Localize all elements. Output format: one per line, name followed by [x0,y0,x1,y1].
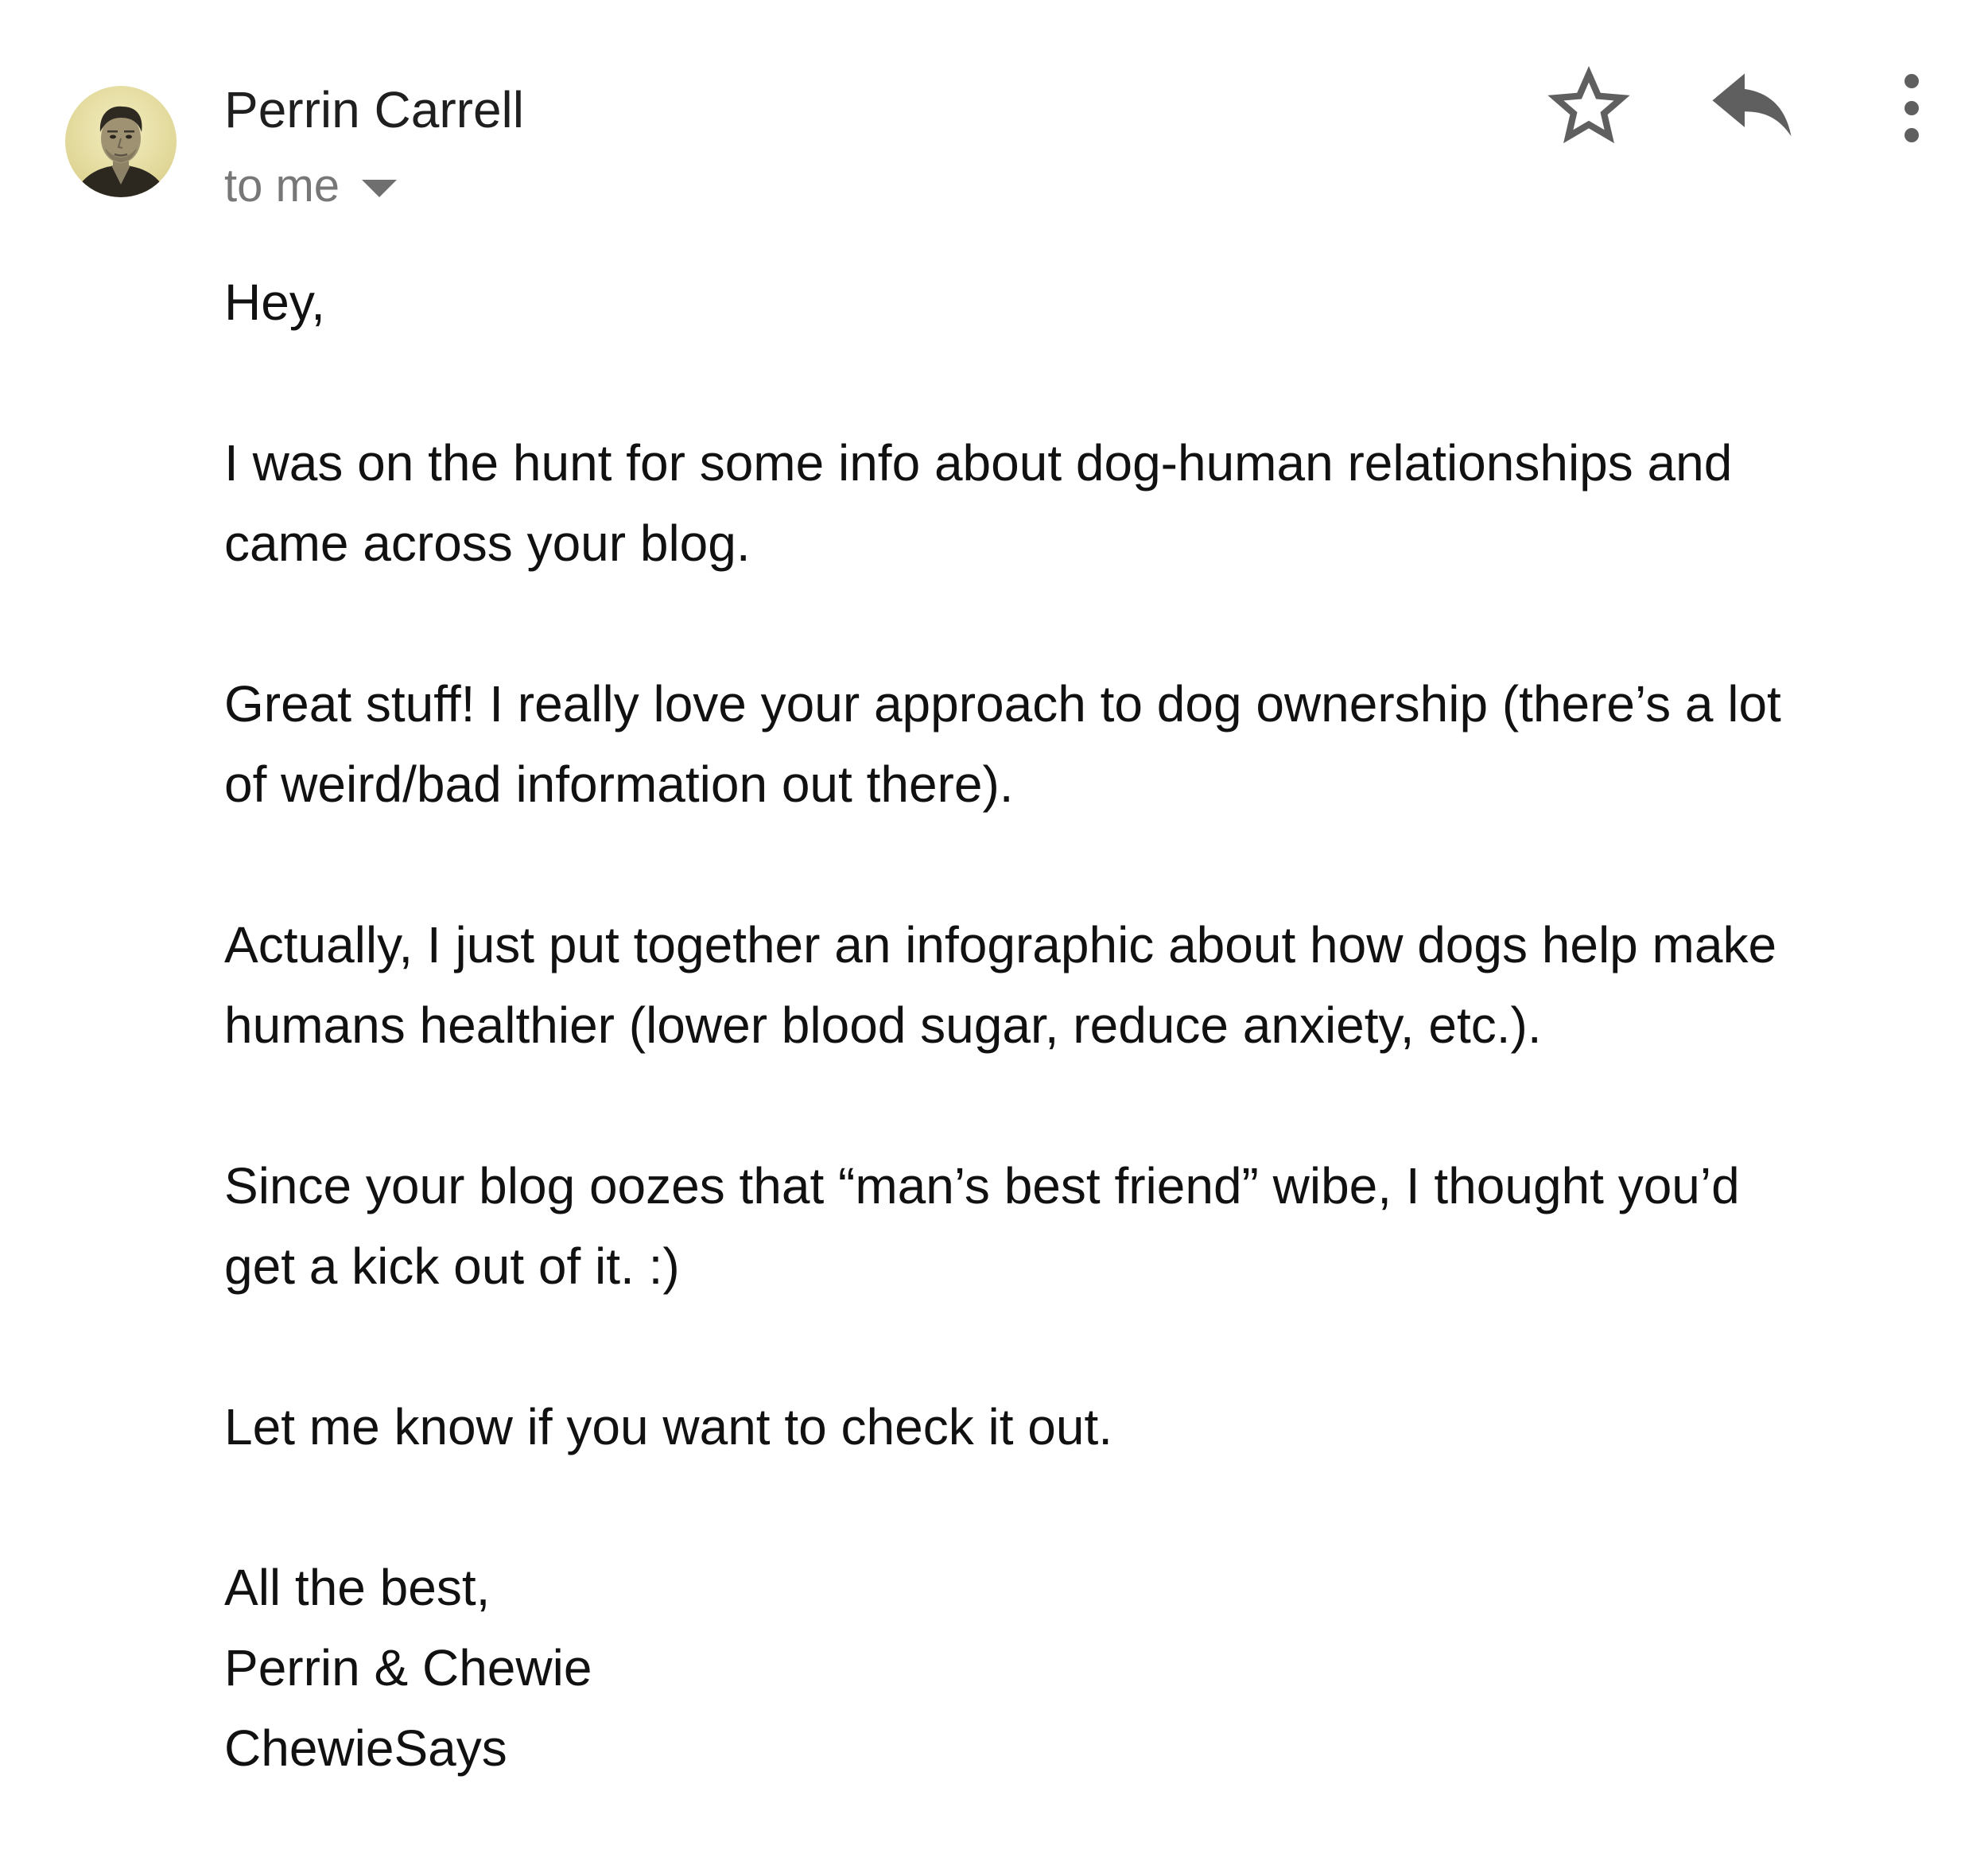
recipient-label: to me [224,160,340,212]
star-icon [1547,65,1630,144]
reply-button[interactable] [1708,70,1796,142]
avatar-photo [65,86,177,197]
message-paragraph: Actually, I just put together an infogra… [224,905,1942,1066]
message-paragraph: I was on the hunt for some info about do… [224,423,1942,584]
message-paragraph: Great stuff! I really love your approach… [224,664,1942,825]
more-options-button[interactable] [1889,68,1934,148]
caret-down-icon [362,180,398,197]
message-body: Hey, I was on the hunt for some info abo… [224,262,1942,1869]
signature-brand: ChewieSays [224,1719,507,1777]
star-button[interactable] [1547,65,1630,148]
reply-icon [1712,73,1792,137]
message-signature: All the best, Perrin & Chewie ChewieSays [224,1548,1942,1789]
signature-names: Perrin & Chewie [224,1639,592,1696]
message-line: Since your blog oozes that “man’s best f… [224,1157,1740,1214]
more-vertical-icon [1905,74,1919,142]
message-greeting: Hey, [224,274,325,331]
message-line: Great stuff! I really love your approach… [224,675,1781,732]
email-message: Perrin Carrell to me Hey, I was on the h… [0,0,1988,1836]
message-line: get a kick out of it. :) [224,1238,680,1295]
signature-closing: All the best, [224,1559,491,1616]
sender-avatar[interactable] [65,86,177,197]
message-line: of weird/bad information out there). [224,756,1014,813]
message-paragraph: Let me know if you want to check it out. [224,1398,1112,1455]
message-line: came across your blog. [224,515,751,572]
message-line: Actually, I just put together an infogra… [224,916,1777,973]
sender-name: Perrin Carrell [224,81,524,138]
recipient-details-toggle[interactable]: to me [224,157,398,215]
message-line: humans healthier (lower blood sugar, red… [224,997,1542,1054]
message-line: I was on the hunt for some info about do… [224,434,1733,492]
message-paragraph: Since your blog oozes that “man’s best f… [224,1146,1942,1307]
